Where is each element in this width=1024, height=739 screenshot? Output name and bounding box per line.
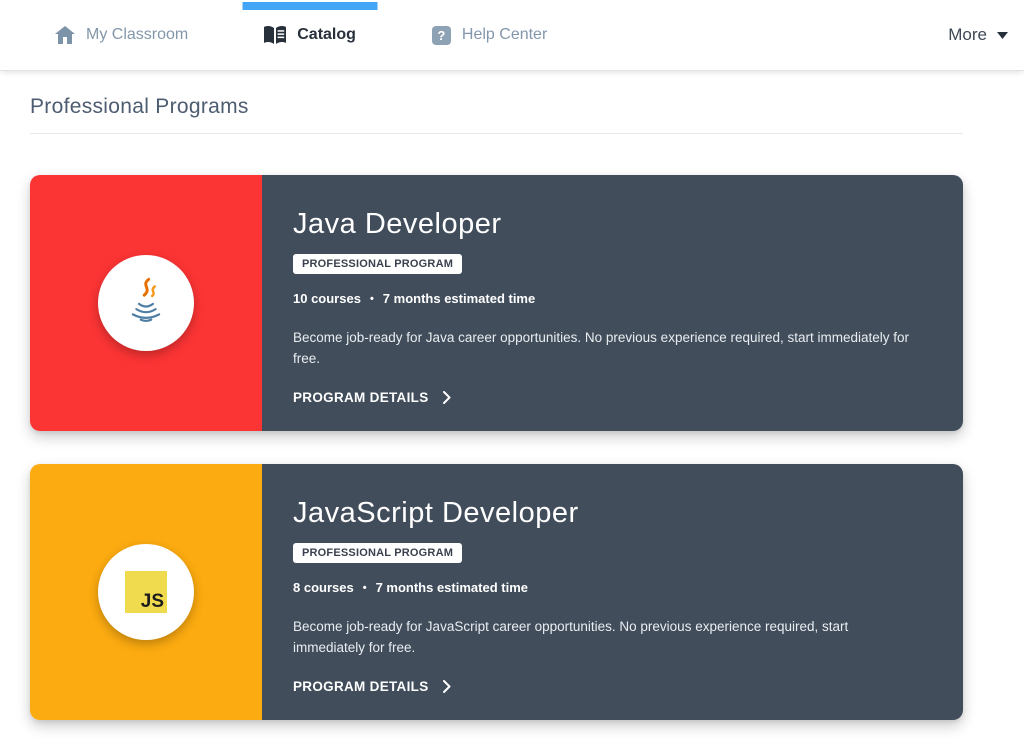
nav-label-help-center: Help Center — [462, 26, 547, 44]
open-book-icon — [264, 26, 286, 44]
program-type-badge: PROFESSIONAL PROGRAM — [293, 254, 462, 274]
main-nav: My Classroom Catalog ? Help Center — [55, 26, 547, 45]
program-type-badge: PROFESSIONAL PROGRAM — [293, 543, 462, 563]
meta-separator-dot: • — [363, 582, 367, 594]
nav-label-catalog: Catalog — [297, 26, 356, 44]
nav-help-center[interactable]: ? Help Center — [432, 26, 547, 45]
more-label: More — [948, 25, 987, 45]
home-icon — [55, 26, 75, 44]
program-logo-circle — [98, 255, 194, 351]
program-card-java[interactable]: Java Developer PROFESSIONAL PROGRAM 10 c… — [30, 175, 963, 431]
program-accent-panel: JS — [30, 464, 262, 720]
course-count: 8 courses — [293, 580, 354, 595]
program-details-link[interactable]: PROGRAM DETAILS — [293, 679, 451, 694]
program-meta: 10 courses • 7 months estimated time — [293, 291, 923, 306]
program-card-list: Java Developer PROFESSIONAL PROGRAM 10 c… — [30, 175, 963, 720]
section-heading-row: Professional Programs — [30, 71, 963, 134]
program-description: Become job-ready for JavaScript career o… — [293, 616, 923, 658]
catalog-content: Professional Programs Java Develope — [30, 71, 963, 720]
chevron-right-icon — [443, 391, 451, 404]
program-card-body: JavaScript Developer PROFESSIONAL PROGRA… — [262, 464, 963, 720]
program-card-javascript[interactable]: JS JavaScript Developer PROFESSIONAL PRO… — [30, 464, 963, 720]
estimated-time: 7 months estimated time — [383, 291, 535, 306]
program-logo-circle: JS — [98, 544, 194, 640]
meta-separator-dot: • — [370, 293, 374, 305]
active-tab-indicator — [243, 2, 378, 10]
program-meta: 8 courses • 7 months estimated time — [293, 580, 923, 595]
estimated-time: 7 months estimated time — [376, 580, 528, 595]
question-bubble-icon: ? — [432, 26, 451, 45]
nav-catalog[interactable]: Catalog — [264, 26, 356, 44]
program-accent-panel — [30, 175, 262, 431]
java-logo-icon — [118, 275, 174, 331]
program-details-label: PROGRAM DETAILS — [293, 679, 429, 694]
more-menu-button[interactable]: More — [942, 21, 1014, 49]
chevron-right-icon — [443, 680, 451, 693]
program-title: JavaScript Developer — [293, 497, 923, 530]
caret-down-icon — [997, 32, 1008, 39]
javascript-logo-icon: JS — [125, 571, 167, 613]
js-logo-glyph: JS — [141, 591, 164, 613]
program-title: Java Developer — [293, 208, 923, 241]
nav-label-my-classroom: My Classroom — [86, 26, 188, 44]
program-description: Become job-ready for Java career opportu… — [293, 327, 923, 369]
course-count: 10 courses — [293, 291, 361, 306]
page-title: Professional Programs — [30, 95, 963, 119]
program-details-label: PROGRAM DETAILS — [293, 390, 429, 405]
program-card-body: Java Developer PROFESSIONAL PROGRAM 10 c… — [262, 175, 963, 431]
top-nav-bar: My Classroom Catalog ? Help Center More — [0, 0, 1024, 71]
program-details-link[interactable]: PROGRAM DETAILS — [293, 390, 451, 405]
nav-my-classroom[interactable]: My Classroom — [55, 26, 188, 44]
